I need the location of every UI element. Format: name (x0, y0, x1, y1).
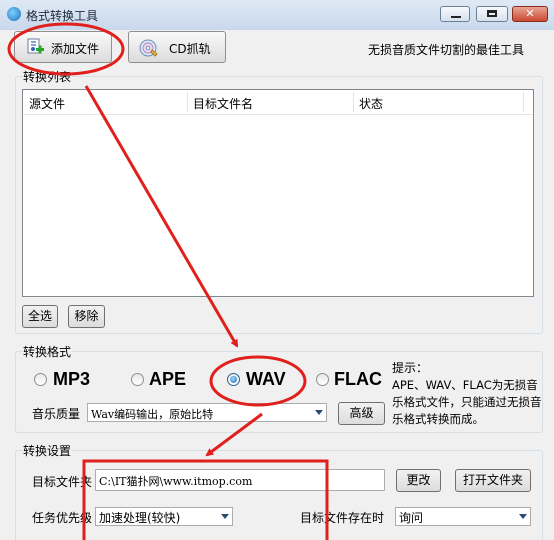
column-divider[interactable] (523, 92, 524, 112)
priority-value: 加速处理(较快) (99, 511, 181, 525)
format-mp3-label[interactable]: MP3 (53, 369, 90, 390)
add-file-icon (27, 38, 44, 54)
target-folder-input[interactable]: C:\IT猫扑网\www.itmop.com (95, 469, 385, 491)
format-flac-radio[interactable] (316, 373, 329, 386)
app-logo-icon (7, 7, 21, 21)
add-file-button[interactable]: 添加文件 (14, 31, 112, 63)
minimize-icon (441, 7, 469, 21)
format-wav-radio[interactable] (227, 373, 240, 386)
hint-title: 提示： (392, 361, 429, 375)
format-ape-radio[interactable] (131, 373, 144, 386)
cd-rip-button[interactable]: CD抓轨 (128, 31, 226, 63)
column-divider[interactable] (353, 92, 354, 112)
slogan-text: 无损音质文件切割的最佳工具 (368, 43, 525, 57)
maximize-button[interactable] (476, 6, 508, 22)
format-mp3-radio[interactable] (34, 373, 47, 386)
change-folder-button[interactable]: 更改 (396, 469, 441, 492)
quality-select[interactable]: Wav编码输出，原始比特 (87, 403, 327, 422)
format-hint: 提示： APE、WAV、FLAC为无损音乐格式文件，只能通过无损音乐格式转换而成… (392, 360, 542, 428)
format-wav-label[interactable]: WAV (246, 369, 286, 390)
target-folder-value: C:\IT猫扑网\www.itmop.com (99, 475, 253, 488)
cd-rip-label: CD抓轨 (169, 42, 211, 56)
open-folder-button[interactable]: 打开文件夹 (455, 469, 531, 492)
convert-format-label: 转换格式 (22, 343, 73, 360)
cd-disc-icon (139, 39, 158, 57)
convert-settings-group (15, 450, 543, 540)
minimize-button[interactable] (440, 6, 470, 22)
chevron-down-icon (519, 514, 527, 519)
file-list[interactable]: 源文件 目标文件名 状态 (22, 89, 534, 297)
chevron-down-icon (221, 514, 229, 519)
window-title: 格式转换工具 (26, 9, 99, 23)
target-folder-label: 目标文件夹 (32, 475, 93, 489)
format-converter-window: 格式转换工具 ✕ 添加文件 CD抓轨 无损音质文件切割的最佳工具 转换列表 源文… (0, 0, 554, 540)
file-exists-label: 目标文件存在时 (300, 511, 385, 525)
quality-label: 音乐质量 (32, 407, 81, 421)
file-list-header: 源文件 目标文件名 状态 (23, 90, 533, 115)
column-divider[interactable] (187, 92, 188, 112)
hint-body: APE、WAV、FLAC为无损音乐格式文件，只能通过无损音乐格式转换而成。 (392, 378, 542, 426)
format-flac-label[interactable]: FLAC (334, 369, 382, 390)
quality-value: Wav编码输出，原始比特 (91, 408, 214, 421)
advanced-button[interactable]: 高级 (338, 402, 385, 425)
file-exists-value: 询问 (399, 511, 424, 525)
convert-settings-label: 转换设置 (22, 442, 73, 459)
select-all-button[interactable]: 全选 (22, 305, 58, 328)
chevron-down-icon (315, 410, 323, 415)
column-header-target[interactable]: 目标文件名 (193, 95, 253, 112)
file-exists-select[interactable]: 询问 (395, 507, 531, 526)
close-button[interactable]: ✕ (512, 6, 548, 22)
column-header-status[interactable]: 状态 (359, 95, 383, 112)
close-icon: ✕ (525, 7, 535, 20)
convert-list-label: 转换列表 (22, 68, 73, 85)
priority-select[interactable]: 加速处理(较快) (95, 507, 233, 526)
title-bar[interactable]: 格式转换工具 ✕ (0, 0, 554, 30)
add-file-label: 添加文件 (51, 42, 100, 56)
priority-label: 任务优先级 (32, 511, 93, 525)
format-ape-label[interactable]: APE (149, 369, 186, 390)
maximize-icon (477, 7, 507, 21)
column-header-source[interactable]: 源文件 (29, 95, 65, 112)
remove-button[interactable]: 移除 (68, 305, 105, 328)
